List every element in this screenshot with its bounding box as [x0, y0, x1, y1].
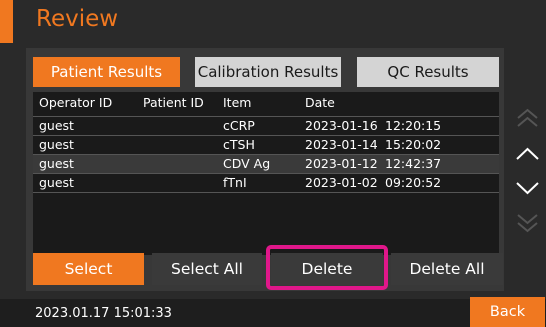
double-chevron-down-icon: [517, 214, 538, 233]
scroll-up-button[interactable]: [509, 137, 546, 173]
tab-calibration-results[interactable]: Calibration Results: [195, 57, 341, 87]
delete-highlight-frame: [266, 245, 388, 290]
results-table: Operator ID Patient ID Item Date guest c…: [33, 92, 499, 255]
column-header-date: Date: [305, 95, 335, 110]
select-button[interactable]: Select: [33, 253, 144, 285]
cell-item: fTnI: [223, 175, 247, 190]
cell-item: cTSH: [223, 137, 255, 152]
back-button[interactable]: Back: [470, 297, 545, 327]
cell-time: 12:20:15: [385, 118, 442, 133]
cell-date: 2023-01-16: [305, 118, 378, 133]
cell-operator: guest: [39, 156, 74, 171]
table-header: Operator ID Patient ID Item Date: [33, 92, 499, 114]
cell-date: 2023-01-14: [305, 137, 378, 152]
cell-date: 2023-01-12: [305, 156, 378, 171]
column-header-item: Item: [223, 95, 252, 110]
column-header-operator-id: Operator ID: [39, 95, 113, 110]
cell-time: 12:42:37: [385, 156, 442, 171]
page-down-button[interactable]: [509, 205, 546, 241]
scroll-down-button[interactable]: [509, 170, 546, 206]
page-up-button[interactable]: [509, 101, 546, 137]
cell-operator: guest: [39, 175, 74, 190]
cell-time: 15:20:02: [385, 137, 442, 152]
page-title: Review: [36, 6, 119, 32]
cell-time: 09:20:52: [385, 175, 442, 190]
cell-operator: guest: [39, 118, 74, 133]
table-row[interactable]: guest cCRP 2023-01-16 12:20:15: [33, 117, 499, 135]
cell-item: cCRP: [223, 118, 255, 133]
title-accent-bar: [0, 0, 13, 43]
column-header-patient-id: Patient ID: [143, 95, 204, 110]
cell-date: 2023-01-02: [305, 175, 378, 190]
tab-qc-results[interactable]: QC Results: [357, 57, 499, 87]
cell-operator: guest: [39, 137, 74, 152]
select-all-button[interactable]: Select All: [152, 253, 262, 285]
table-row[interactable]: guest CDV Ag 2023-01-12 12:42:37: [33, 155, 499, 173]
table-row[interactable]: guest cTSH 2023-01-14 15:20:02: [33, 136, 499, 154]
cell-item: CDV Ag: [223, 156, 271, 171]
table-row[interactable]: guest fTnI 2023-01-02 09:20:52: [33, 174, 499, 192]
table-divider: [33, 192, 499, 193]
chevron-down-icon: [516, 182, 539, 195]
system-datetime: 2023.01.17 15:01:33: [35, 306, 172, 321]
chevron-up-icon: [516, 147, 539, 160]
double-chevron-up-icon: [517, 108, 538, 127]
delete-all-button[interactable]: Delete All: [391, 253, 503, 285]
tab-patient-results[interactable]: Patient Results: [33, 57, 180, 87]
